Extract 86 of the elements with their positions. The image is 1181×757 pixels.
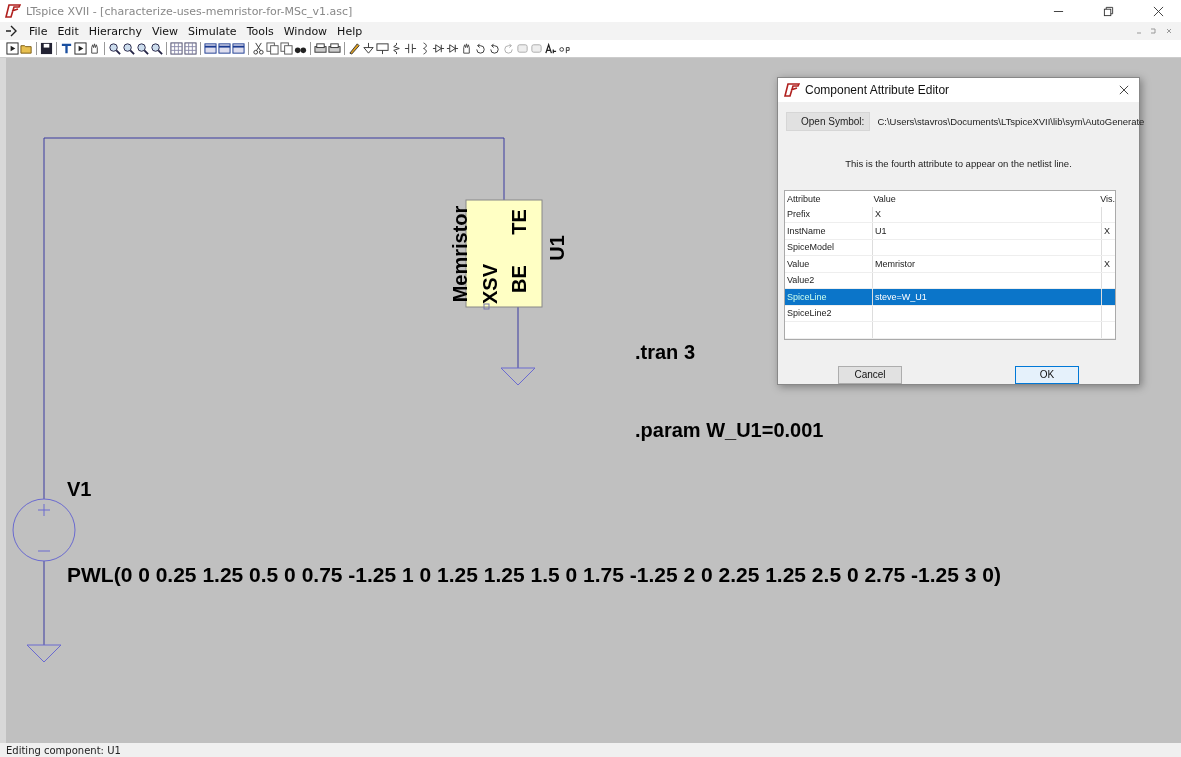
menu-item[interactable]: Edit	[53, 24, 83, 38]
attribute-value: U1	[873, 223, 1102, 239]
text-icon[interactable]	[544, 42, 557, 55]
attribute-row[interactable]: InstName U1 X	[785, 223, 1115, 240]
component-value: Memristor	[449, 205, 471, 303]
pin-label: XSV	[479, 264, 501, 304]
attribute-name: SpiceLine2	[785, 305, 873, 321]
menu-item[interactable]: Hierarchy	[84, 24, 146, 38]
voltage-source-symbol	[12, 498, 76, 562]
attribute-name: Value2	[785, 272, 873, 288]
column-header: Value	[872, 192, 897, 206]
diode-icon[interactable]	[432, 42, 445, 55]
restore-icon[interactable]	[1103, 5, 1114, 17]
status-text: Editing component: U1	[6, 744, 121, 756]
print-icon[interactable]	[328, 42, 341, 55]
ground-symbol	[500, 367, 536, 386]
ok-button[interactable]: OK	[1015, 365, 1079, 384]
menu-item[interactable]: View	[147, 24, 182, 38]
close-icon[interactable]	[1119, 85, 1129, 95]
column-header: Vis.	[1099, 192, 1115, 206]
pin-marker	[483, 303, 490, 310]
run-icon[interactable]	[74, 42, 87, 55]
visibility-mark: X	[1103, 224, 1111, 238]
grid-icon[interactable]	[170, 42, 183, 55]
res-icon[interactable]	[390, 42, 403, 55]
print-icon[interactable]	[314, 42, 327, 55]
close-icon[interactable]	[1153, 5, 1164, 17]
hand-icon[interactable]	[460, 42, 473, 55]
spice-directive: .tran 3	[635, 341, 696, 364]
menu-item[interactable]: File	[25, 24, 52, 38]
open-icon[interactable]	[20, 42, 33, 55]
instance-name: U1	[546, 235, 568, 261]
spice-directive: .param W_U1=0.001	[635, 419, 824, 442]
zoom-icon[interactable]	[150, 42, 163, 55]
ground-icon[interactable]	[362, 42, 375, 55]
pencil-icon[interactable]	[348, 42, 361, 55]
attribute-value: Memristor	[873, 256, 1102, 272]
visibility-mark: X	[1103, 257, 1111, 271]
attribute-name: Prefix	[785, 206, 873, 222]
attribute-name: Value	[785, 256, 873, 272]
save-icon[interactable]	[40, 42, 53, 55]
attribute-name: SpiceLine	[785, 289, 873, 305]
menu-item[interactable]: Window	[279, 24, 332, 38]
attribute-value: X	[873, 206, 1102, 222]
cut-icon[interactable]	[252, 42, 265, 55]
copy-icon[interactable]	[266, 42, 279, 55]
run-icon[interactable]	[6, 42, 19, 55]
pin-label: TE	[508, 209, 530, 235]
source-value: PWL(0 0 0.25 1.25 0.5 0 0.75 -1.25 1 0 1.25 1.25 1.5 0 1.75 -1.25 2 0 2.25 1.25 2.5 0 2.75 -1.25 3 0)	[67, 563, 1001, 587]
window-title: LTspice XVII - [characterize-uses-memristor-for-MSc_v1.asc]	[26, 4, 353, 18]
attribute-row[interactable]: SpiceLine2	[785, 305, 1115, 322]
attribute-row[interactable]: SpiceModel	[785, 239, 1115, 256]
zoom-icon[interactable]	[108, 42, 121, 55]
attribute-row[interactable]: Prefix X	[785, 206, 1115, 223]
source-name: V1	[67, 478, 92, 501]
schematic-icon	[5, 24, 19, 38]
paste-icon[interactable]	[280, 42, 293, 55]
hand-icon[interactable]	[88, 42, 101, 55]
dialog-title: Component Attribute Editor	[805, 83, 950, 97]
open-symbol-button[interactable]: Open Symbol:	[786, 112, 871, 131]
diode-icon[interactable]	[446, 42, 459, 55]
cancel-button[interactable]: Cancel	[838, 365, 902, 384]
rot-icon[interactable]	[474, 42, 487, 55]
symbol-path: C:\Users\stavros\Documents\LTspiceXVII\lib\sym\AutoGenerate	[877, 116, 1145, 127]
attribute-name: SpiceModel	[785, 239, 873, 255]
grid-icon[interactable]	[184, 42, 197, 55]
wire	[517, 306, 519, 369]
undo-icon[interactable]	[488, 42, 501, 55]
zoom-icon[interactable]	[136, 42, 149, 55]
menu-item[interactable]: Simulate	[184, 24, 241, 38]
label-icon[interactable]	[376, 42, 389, 55]
attribute-row[interactable]: Value Memristor X	[785, 256, 1115, 273]
app-logo-icon	[784, 83, 800, 97]
menu-item[interactable]: Help	[333, 24, 367, 38]
ground-symbol	[26, 644, 62, 663]
pin-label: BE	[508, 265, 530, 293]
attribute-name: InstName	[785, 223, 873, 239]
menu-item[interactable]: Tools	[242, 24, 278, 38]
app-logo-icon	[5, 4, 21, 18]
column-header: Attribute	[786, 192, 822, 206]
attribute-description: This is the fourth attribute to appear on the netlist line.	[844, 158, 1073, 169]
attribute-value: steve=W_U1	[873, 289, 1102, 305]
schematic-canvas[interactable]	[0, 58, 1181, 743]
zoom-icon[interactable]	[122, 42, 135, 55]
cap-icon[interactable]	[404, 42, 417, 55]
attribute-row[interactable]: SpiceLine steve=W_U1	[785, 289, 1115, 306]
